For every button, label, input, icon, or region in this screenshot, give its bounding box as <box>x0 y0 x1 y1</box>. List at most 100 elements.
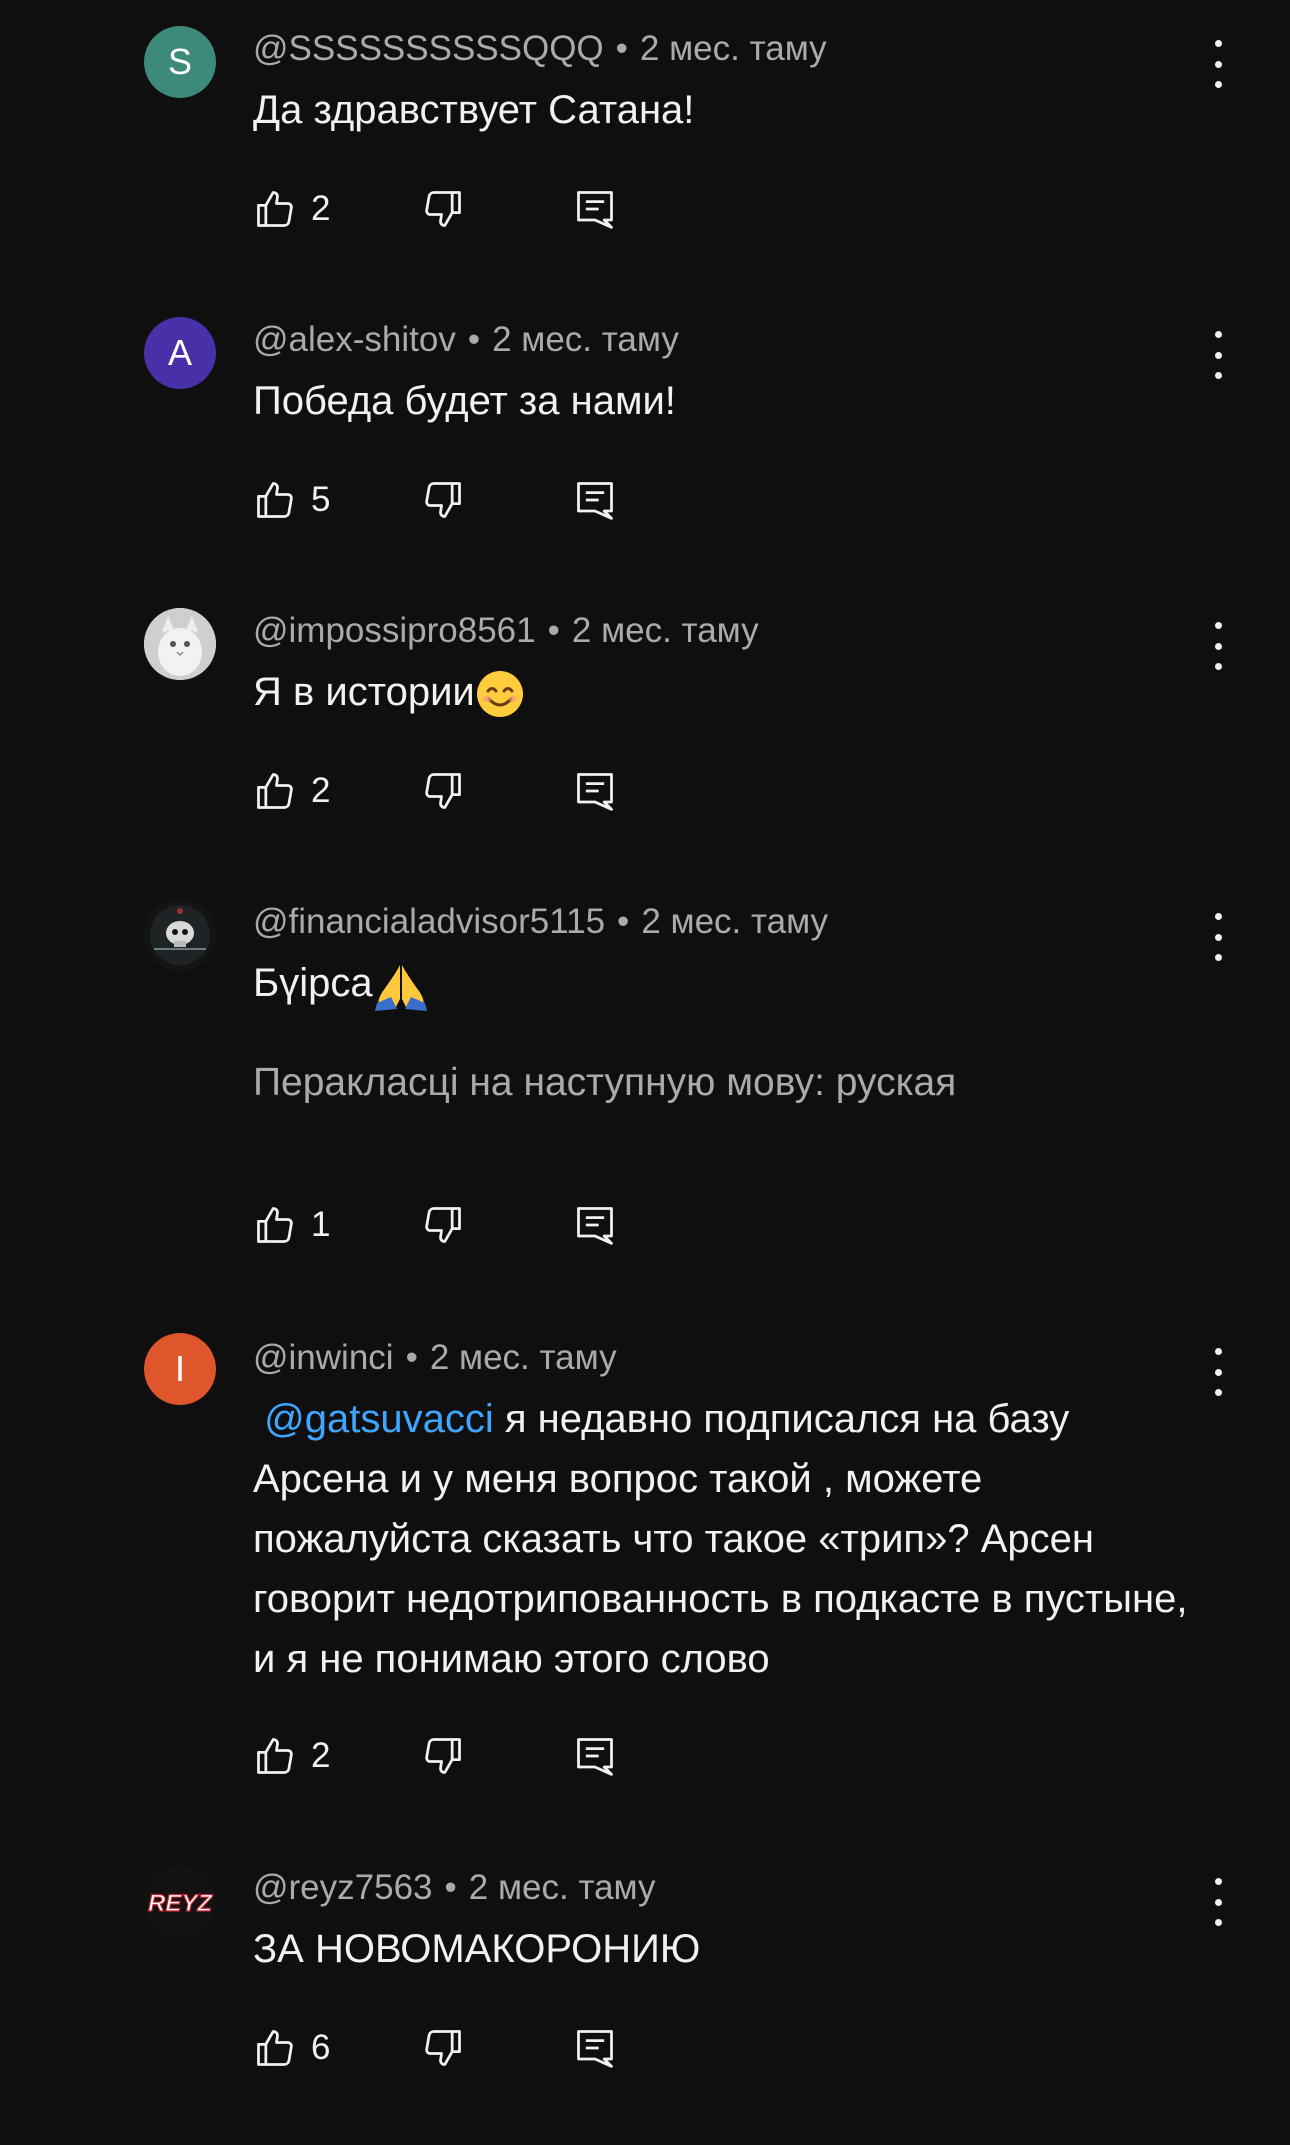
comment-text: Победа будет за нами! <box>253 379 676 423</box>
thumbs-up-icon <box>257 1738 293 1774</box>
like-count: 2 <box>311 771 331 810</box>
comment-menu-button[interactable] <box>1200 1878 1236 1926</box>
comment-meta: @inwinci • 2 мес. таму <box>253 1336 617 1380</box>
reply-comment-icon <box>577 2030 613 2068</box>
comment-text: Я в истории <box>253 662 1193 722</box>
comment-text-content: Я в истории <box>253 670 475 714</box>
dislike-button[interactable] <box>421 1203 465 1252</box>
reply-comment-icon <box>577 1207 613 1245</box>
avatar-letter: S <box>167 41 192 82</box>
comment-menu-button[interactable] <box>1200 622 1236 670</box>
comment-time: 2 мес. таму <box>639 29 827 68</box>
like-button[interactable]: 5 <box>253 472 330 528</box>
menu-dot <box>1214 372 1222 379</box>
cat-photo-avatar-icon <box>144 608 216 680</box>
avatar[interactable]: A <box>144 317 216 389</box>
comment-author[interactable]: @financialadvisor5115 <box>253 902 605 941</box>
thumbs-down-icon <box>425 1207 461 1243</box>
comment-actions: 6 <box>253 2020 673 2076</box>
comment-meta: @SSSSSSSSSSQQQ • 2 мес. таму <box>253 27 827 71</box>
separator-dot: • <box>547 611 560 650</box>
thumbs-up-icon <box>257 191 293 227</box>
comment-time: 2 мес. таму <box>571 611 759 650</box>
menu-dot <box>1214 622 1222 629</box>
reyz-logo-text: REYZ <box>148 1890 213 1917</box>
thumbs-down-icon <box>425 482 461 518</box>
avatar[interactable] <box>144 899 216 971</box>
like-count: 6 <box>311 2028 331 2067</box>
reyz-logo-avatar-icon: REYZ <box>144 1866 216 1938</box>
dislike-button[interactable] <box>421 1734 465 1783</box>
menu-dot <box>1214 913 1222 920</box>
menu-dot <box>1214 954 1222 961</box>
comment-meta: @reyz7563 • 2 мес. таму <box>253 1866 656 1910</box>
menu-dot <box>1214 933 1222 941</box>
separator-dot: • <box>405 1338 418 1377</box>
comment-time: 2 мес. таму <box>492 320 679 359</box>
comment-text: Да здравствует Сатана! <box>253 88 695 132</box>
comment-actions: 5 <box>253 472 673 528</box>
comment-text-content: Бүірса <box>253 961 373 1005</box>
like-button[interactable]: 2 <box>253 763 330 819</box>
like-count: 2 <box>311 189 331 228</box>
avatar[interactable]: S <box>144 26 216 98</box>
comment-menu-button[interactable] <box>1200 331 1236 379</box>
translate-link[interactable]: Перакласці на наступную мову: руская <box>253 1058 956 1108</box>
menu-dot <box>1214 642 1222 650</box>
reply-button[interactable] <box>573 1734 617 1783</box>
like-button[interactable]: 2 <box>253 1728 330 1784</box>
thumbs-up-icon <box>257 773 293 809</box>
reply-comment-icon <box>577 1738 613 1776</box>
reply-button[interactable] <box>573 769 617 818</box>
dislike-button[interactable] <box>421 187 465 236</box>
comment-actions: 2 <box>253 763 673 819</box>
mention-link[interactable]: @gatsuvacci <box>264 1397 494 1441</box>
comment-text: ЗА НОВОМАКОРОНИЮ <box>253 1927 701 1971</box>
reply-button[interactable] <box>573 478 617 527</box>
menu-dot <box>1214 1878 1222 1885</box>
reply-button[interactable] <box>573 2026 617 2075</box>
comment-author[interactable]: @inwinci <box>253 1338 394 1377</box>
thumbs-down-icon <box>425 1738 461 1774</box>
comment-menu-button[interactable] <box>1200 913 1236 961</box>
comment-text: @gatsuvacci я недавно подписался на базу… <box>253 1389 1193 1689</box>
like-button[interactable]: 2 <box>253 181 330 237</box>
avatar-letter: I <box>174 1348 185 1389</box>
comment-time: 2 мес. таму <box>429 1338 617 1377</box>
reply-button[interactable] <box>573 1203 617 1252</box>
comment-author[interactable]: @SSSSSSSSSSQQQ <box>253 29 604 68</box>
comment-menu-button[interactable] <box>1200 40 1236 88</box>
thumbs-up-icon <box>257 1207 293 1243</box>
menu-dot <box>1214 1919 1222 1926</box>
thumbs-up-icon <box>257 2030 293 2066</box>
dark-skull-avatar-icon <box>144 899 216 971</box>
menu-dot <box>1214 1368 1222 1376</box>
thumbs-down-icon <box>425 2030 461 2066</box>
avatar[interactable] <box>144 608 216 680</box>
dislike-button[interactable] <box>421 478 465 527</box>
comment-author[interactable]: @impossipro8561 <box>253 611 536 650</box>
like-count: 1 <box>311 1205 331 1244</box>
reply-button[interactable] <box>573 187 617 236</box>
comment-text: Бүірса <box>253 953 1193 1013</box>
avatar[interactable]: I <box>144 1333 216 1405</box>
reply-comment-icon <box>577 191 613 229</box>
dislike-button[interactable] <box>421 2026 465 2075</box>
like-button[interactable]: 1 <box>253 1197 330 1253</box>
avatar[interactable]: REYZ <box>144 1866 216 1938</box>
reply-comment-icon <box>577 482 613 520</box>
separator-dot: • <box>444 1868 457 1907</box>
comment-actions: 1 <box>253 1197 673 1253</box>
smiling-face-emoji-icon <box>476 671 523 718</box>
menu-dot <box>1214 351 1222 359</box>
comment-author[interactable]: @reyz7563 <box>253 1868 433 1907</box>
dislike-button[interactable] <box>421 769 465 818</box>
comment-author[interactable]: @alex-shitov <box>253 320 456 359</box>
menu-dot <box>1214 1389 1222 1396</box>
like-button[interactable]: 6 <box>253 2020 330 2076</box>
like-count: 2 <box>311 1736 331 1775</box>
thumbs-down-icon <box>425 773 461 809</box>
reply-comment-icon <box>577 773 613 811</box>
comment-menu-button[interactable] <box>1200 1348 1236 1396</box>
comment-meta: @impossipro8561 • 2 мес. таму <box>253 609 759 653</box>
